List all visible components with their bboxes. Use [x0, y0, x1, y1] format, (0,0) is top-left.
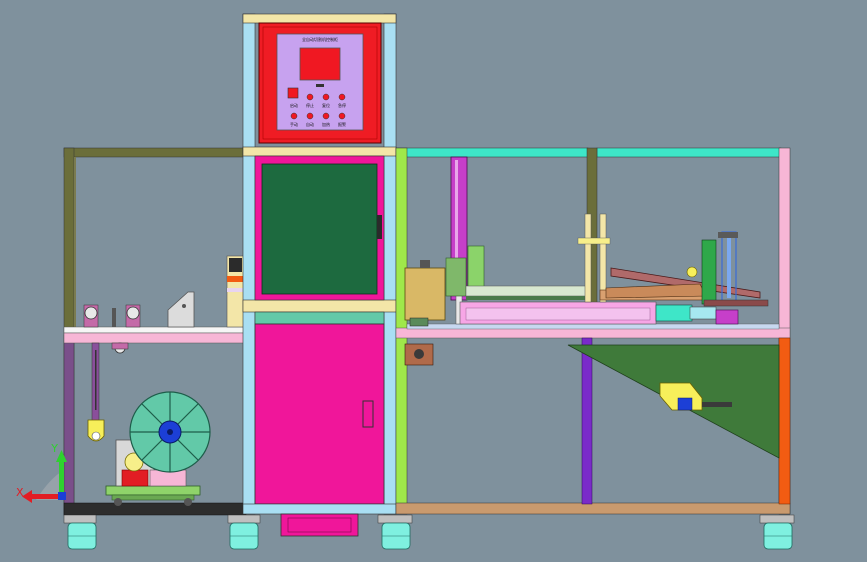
right-cylinder-green	[701, 239, 717, 305]
green-guide	[445, 257, 467, 297]
roller-2	[126, 306, 140, 320]
cylinder-stack-top	[229, 258, 242, 272]
center-post-left	[242, 13, 256, 515]
center-top-beam	[242, 13, 397, 24]
reel-foot-1	[114, 498, 122, 506]
right-top-beam-1	[395, 147, 589, 158]
feed-rail-2	[466, 296, 586, 300]
sensor-bracket-hole	[182, 304, 186, 308]
control-button-label-4: 急停	[338, 102, 346, 108]
servo-motor	[655, 304, 693, 322]
reel-base	[105, 485, 201, 496]
left-post-lower	[63, 334, 75, 516]
lower-cabinet-plinth	[242, 503, 397, 515]
reel-base-foot	[111, 494, 195, 501]
caster-3	[377, 514, 413, 550]
control-button-1	[306, 93, 314, 101]
left-table-top	[63, 326, 247, 334]
control-panel-title: 全自动切割机控制柜	[302, 36, 338, 42]
roller-3-bracket	[111, 342, 129, 350]
control-button-5	[306, 112, 314, 120]
upper-cabinet-handle	[377, 215, 382, 239]
control-button-label-5: 手动	[290, 121, 298, 127]
left-base-beam	[63, 502, 247, 516]
upper-cabinet-door	[261, 163, 378, 295]
center-shelf-beam	[242, 299, 397, 313]
axis-origin	[58, 492, 66, 500]
right-cylinder-blue-rod	[727, 236, 731, 298]
roller-1	[84, 306, 98, 320]
reel-foot-2	[184, 498, 192, 506]
servo-motor-end	[689, 306, 717, 320]
center-mid-beam	[242, 146, 397, 157]
lower-cabinet	[254, 323, 385, 505]
reel-hub-center	[167, 429, 173, 435]
caster-1	[63, 514, 97, 550]
control-button-label-3: 复位	[322, 102, 330, 108]
orange-leg	[778, 337, 791, 505]
right-base-beam	[395, 502, 791, 515]
vertical-guide-pair-2	[599, 213, 607, 303]
vertical-guide-pair-1	[584, 213, 592, 303]
right-table-band	[395, 327, 791, 339]
feed-block	[404, 267, 446, 321]
under-motor-shaft	[414, 349, 424, 359]
cylinder-stack-ring-2	[227, 288, 244, 292]
control-button-label-2: 停止	[306, 102, 314, 108]
center-shelf-beam-2	[254, 311, 385, 325]
axis-x-label: X	[16, 486, 24, 499]
control-button-6	[322, 112, 330, 120]
control-button-label-1: 启动	[290, 102, 298, 108]
clamp-mount	[409, 317, 429, 327]
caster-4	[759, 514, 795, 550]
tension-bar	[703, 299, 769, 307]
slide-table-inner	[465, 307, 651, 321]
control-knob	[287, 87, 299, 99]
left-table-band	[63, 332, 247, 344]
control-button-label-8: 报警	[338, 121, 346, 127]
feed-block-top	[420, 260, 430, 268]
guide-clamp	[577, 237, 611, 245]
right-cylinder-top	[718, 232, 738, 238]
control-button-7	[338, 112, 346, 120]
nozzle-joint	[686, 266, 698, 278]
control-button-label-6: 自动	[306, 121, 314, 127]
caster-2	[227, 514, 261, 550]
guide-rail-slot	[95, 350, 97, 410]
cylinder-stack-ring	[227, 276, 244, 282]
machine-cad-drawing: 全自动切割机控制柜 启动 停止 复位 急停 手动 自动 加热 报警 Y X	[0, 0, 867, 562]
drain-box	[280, 513, 359, 537]
purple-leg	[581, 337, 593, 505]
exit-roller-box	[715, 309, 739, 325]
left-post-inner-upper	[74, 157, 76, 332]
control-screen	[299, 47, 341, 81]
feed-rail	[465, 285, 587, 297]
ejector-rod	[702, 402, 732, 407]
left-top-beam	[63, 147, 247, 158]
ejector-block	[677, 397, 693, 411]
center-column: 全自动切割机控制柜 启动 停止 复位 急停 手动 自动 加热 报警	[242, 13, 397, 537]
control-button-4	[290, 112, 298, 120]
center-post-right	[383, 13, 397, 515]
reel-motor-body	[121, 469, 149, 487]
right-top-beam-2	[596, 147, 782, 158]
roller-post	[112, 308, 116, 327]
axis-y-label: Y	[50, 442, 58, 455]
control-button-label-7: 加热	[322, 121, 330, 127]
control-button-2	[322, 93, 330, 101]
control-button-3	[338, 93, 346, 101]
right-table-top	[406, 323, 780, 330]
guide-hook-pin	[91, 431, 101, 441]
control-indicator	[316, 84, 324, 87]
